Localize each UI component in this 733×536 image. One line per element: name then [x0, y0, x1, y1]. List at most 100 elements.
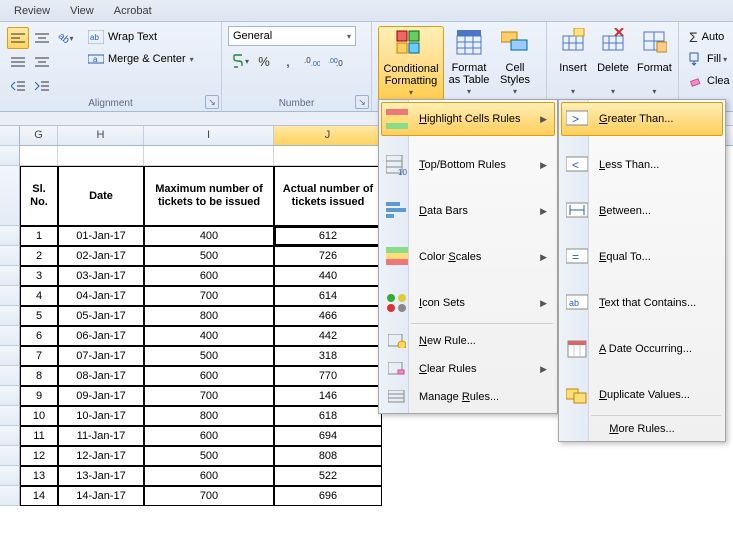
cell[interactable]: 12 — [20, 446, 58, 466]
cell[interactable]: 4 — [20, 286, 58, 306]
accounting-format-icon[interactable]: ▾ — [229, 50, 251, 72]
cell[interactable]: 500 — [144, 346, 274, 366]
increase-indent-icon[interactable] — [31, 75, 53, 97]
cell[interactable]: 02-Jan-17 — [58, 246, 144, 266]
align-justify-icon[interactable] — [7, 51, 29, 73]
row-header[interactable] — [0, 306, 20, 326]
cell[interactable]: Maximum number of tickets to be issued — [144, 166, 274, 226]
comma-format-icon[interactable]: , — [277, 50, 299, 72]
row-header[interactable] — [0, 446, 20, 466]
menu-less-than[interactable]: < Less Than... — [561, 148, 723, 182]
menu-equal-to[interactable]: = Equal To... — [561, 240, 723, 274]
cell[interactable]: 11-Jan-17 — [58, 426, 144, 446]
cell[interactable]: 800 — [144, 306, 274, 326]
cell[interactable]: 05-Jan-17 — [58, 306, 144, 326]
row-header[interactable] — [0, 466, 20, 486]
cell[interactable]: 07-Jan-17 — [58, 346, 144, 366]
menu-highlight-cells-rules[interactable]: Highlight Cells Rules ▶ — [381, 102, 555, 136]
cell[interactable]: 700 — [144, 486, 274, 506]
cell[interactable]: 3 — [20, 266, 58, 286]
cell[interactable]: 8 — [20, 366, 58, 386]
cell[interactable]: 700 — [144, 286, 274, 306]
menu-more-rules[interactable]: More Rules... — [561, 419, 723, 439]
cell[interactable]: 11 — [20, 426, 58, 446]
row-header[interactable] — [0, 386, 20, 406]
tab-acrobat[interactable]: Acrobat — [104, 2, 162, 20]
col-header-I[interactable]: I — [144, 126, 274, 145]
cell[interactable]: 12-Jan-17 — [58, 446, 144, 466]
cell[interactable] — [58, 146, 144, 166]
autosum-button[interactable]: Σ Auto — [685, 27, 725, 47]
cell[interactable]: Sl. No. — [20, 166, 58, 226]
increase-decimal-icon[interactable]: .0.00 — [301, 50, 323, 72]
menu-duplicate-values[interactable]: Duplicate Values... — [561, 378, 723, 412]
cell[interactable] — [20, 146, 58, 166]
menu-color-scales[interactable]: Color Scales ▶ — [381, 240, 555, 274]
cell[interactable]: Actual number of tickets issued — [274, 166, 382, 226]
cell[interactable]: 01-Jan-17 — [58, 226, 144, 246]
cell[interactable]: 726 — [274, 246, 382, 266]
row-header[interactable] — [0, 326, 20, 346]
cell[interactable] — [144, 146, 274, 166]
menu-between[interactable]: Between... — [561, 194, 723, 228]
row-header[interactable] — [0, 346, 20, 366]
cell[interactable]: 614 — [274, 286, 382, 306]
cell[interactable]: 700 — [144, 386, 274, 406]
cell[interactable] — [274, 146, 382, 166]
cell[interactable]: 318 — [274, 346, 382, 366]
cell[interactable]: 13-Jan-17 — [58, 466, 144, 486]
cell[interactable]: 1 — [20, 226, 58, 246]
cell[interactable]: 696 — [274, 486, 382, 506]
col-header-G[interactable]: G — [20, 126, 58, 145]
cell[interactable]: 9 — [20, 386, 58, 406]
cell[interactable]: 146 — [274, 386, 382, 406]
align-left-icon[interactable] — [7, 27, 29, 49]
cell[interactable]: 600 — [144, 366, 274, 386]
row-header[interactable] — [0, 166, 20, 226]
format-button[interactable]: Format▾ — [633, 26, 676, 109]
cell[interactable]: 14 — [20, 486, 58, 506]
cell[interactable]: 400 — [144, 226, 274, 246]
cell[interactable]: 2 — [20, 246, 58, 266]
rotate-text-icon[interactable]: ab▾ — [55, 27, 77, 49]
col-header-J[interactable]: J — [274, 126, 382, 145]
menu-date-occurring[interactable]: A Date Occurring... — [561, 332, 723, 366]
cell[interactable]: 440 — [274, 266, 382, 286]
cell[interactable]: 600 — [144, 466, 274, 486]
delete-button[interactable]: Delete▾ — [593, 26, 633, 109]
tab-review[interactable]: Review — [4, 2, 60, 20]
cell[interactable]: 600 — [144, 426, 274, 446]
cell[interactable]: 522 — [274, 466, 382, 486]
clear-button[interactable]: Clea — [685, 71, 725, 91]
cell[interactable]: 13 — [20, 466, 58, 486]
cell[interactable]: 08-Jan-17 — [58, 366, 144, 386]
row-header[interactable] — [0, 286, 20, 306]
cell-styles-button[interactable]: Cell Styles▾ — [494, 26, 536, 109]
cell[interactable]: 09-Jan-17 — [58, 386, 144, 406]
cell[interactable]: 7 — [20, 346, 58, 366]
cell[interactable]: 03-Jan-17 — [58, 266, 144, 286]
conditional-formatting-button[interactable]: Conditional Formatting▾ — [378, 26, 444, 109]
cell[interactable]: 06-Jan-17 — [58, 326, 144, 346]
row-header[interactable] — [0, 426, 20, 446]
row-header[interactable] — [0, 146, 20, 166]
tab-view[interactable]: View — [60, 2, 104, 20]
menu-greater-than[interactable]: > Greater Than... — [561, 102, 723, 136]
cell[interactable]: 04-Jan-17 — [58, 286, 144, 306]
menu-new-rule[interactable]: New Rule... — [381, 327, 555, 355]
row-header[interactable] — [0, 246, 20, 266]
menu-clear-rules[interactable]: Clear Rules ▶ — [381, 355, 555, 383]
align-middle-icon[interactable] — [31, 51, 53, 73]
menu-text-contains[interactable]: ab Text that Contains... — [561, 286, 723, 320]
cell[interactable]: 808 — [274, 446, 382, 466]
number-dialog-launcher[interactable]: ↘ — [355, 95, 369, 109]
decrease-decimal-icon[interactable]: .00.0 — [325, 50, 347, 72]
wrap-text-button[interactable]: ab Wrap Text — [84, 27, 198, 47]
fill-button[interactable]: Fill▾ — [685, 49, 725, 69]
percent-format-icon[interactable]: % — [253, 50, 275, 72]
insert-button[interactable]: Insert▾ — [553, 26, 593, 109]
cell[interactable]: 5 — [20, 306, 58, 326]
cell[interactable]: 14-Jan-17 — [58, 486, 144, 506]
menu-manage-rules[interactable]: Manage Rules... — [381, 383, 555, 411]
menu-top-bottom-rules[interactable]: 10 Top/Bottom Rules ▶ — [381, 148, 555, 182]
